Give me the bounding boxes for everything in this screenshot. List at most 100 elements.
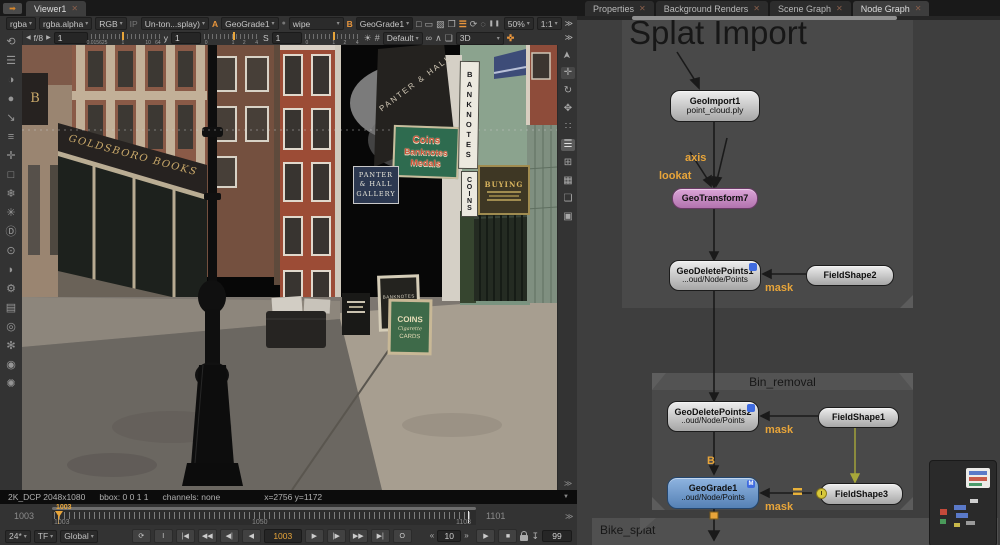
tab-background-renders[interactable]: Background Renders✕ xyxy=(656,1,768,16)
checker-icon[interactable]: ▨ xyxy=(436,19,445,29)
time-icon[interactable]: ⟲ xyxy=(6,36,15,48)
toolsets-icon[interactable]: ▤ xyxy=(6,302,16,314)
contactsheet-icon[interactable]: ▦ xyxy=(561,175,575,187)
display-window-icon[interactable]: □ xyxy=(416,19,421,29)
close-icon[interactable]: ✕ xyxy=(836,4,843,13)
views-icon[interactable]: ⊙ xyxy=(6,245,15,257)
node-fieldshape1[interactable]: FieldShape1 xyxy=(818,407,899,428)
status-caret-icon[interactable]: ▼ xyxy=(563,494,569,500)
layers-icon[interactable]: ❐ xyxy=(448,19,456,29)
merge-icon[interactable]: ≡ xyxy=(8,131,14,143)
position-icon[interactable]: ✛ xyxy=(6,150,15,162)
frame-increment-field[interactable]: 10 xyxy=(437,530,461,542)
headlight-icon[interactable]: ☀ xyxy=(364,33,372,43)
gain-slider[interactable]: 0.015625 1 10 64 xyxy=(91,32,161,45)
zoom-dropdown[interactable]: 50%▾ xyxy=(504,17,534,30)
frame-range-dropdown[interactable]: Global▾ xyxy=(60,530,98,543)
view-mode-dropdown[interactable]: 3D▾ xyxy=(456,32,504,45)
goto-start-button[interactable]: |◀ xyxy=(176,529,195,543)
timeline-strip[interactable]: 1003 1003 1050 1103 xyxy=(52,507,476,525)
format-icon[interactable]: ▭ xyxy=(425,19,434,29)
metadata-icon[interactable]: ◗ xyxy=(8,264,15,276)
node-geoimport1[interactable]: GeoImport1 point_cloud.ply xyxy=(670,90,760,122)
node-geodeletepoints2[interactable]: GeoDeletePoints2 ..oud/Node/Points xyxy=(667,401,759,432)
tab-scene-graph[interactable]: Scene Graph✕ xyxy=(770,1,851,16)
input-b-dropdown[interactable]: GeoGrade1▾ xyxy=(356,17,413,30)
node-geotransform7[interactable]: GeoTransform7 xyxy=(672,188,758,209)
snap-gizmo-icon[interactable]: ✜ xyxy=(507,33,515,43)
alpha-layer-dropdown[interactable]: rgba.alpha▾ xyxy=(39,17,92,30)
channels-dropdown[interactable]: RGB▾ xyxy=(95,17,126,30)
gamma-input[interactable]: 1 xyxy=(171,32,201,44)
transform-icon[interactable]: ↘ xyxy=(6,112,15,124)
pane-menu-icon[interactable]: ➡ xyxy=(3,3,22,14)
geometry-icon[interactable]: □ xyxy=(8,169,15,181)
tf-dropdown[interactable]: TF▾ xyxy=(34,530,57,543)
cache-size-field[interactable]: 99 xyxy=(542,530,572,542)
gain-prev-icon[interactable]: ◀ xyxy=(26,33,31,43)
node-fieldshape3[interactable]: FieldShape3 xyxy=(820,483,903,505)
prev-keyframe-button[interactable]: ◀◀ xyxy=(198,529,217,543)
overflow-chevron-icon[interactable]: ≫ xyxy=(561,478,575,490)
crop-icon[interactable]: ▣ xyxy=(561,211,575,223)
node-graph-minimap[interactable] xyxy=(929,460,997,545)
scanline-icon[interactable]: ☰ xyxy=(459,19,467,29)
node-geograde1[interactable]: GeoGrade1 ..oud/Node/Points M xyxy=(667,477,759,509)
fps-dropdown[interactable]: 24*▾ xyxy=(5,530,31,543)
next-keyframe-button[interactable]: ▶▶ xyxy=(349,529,368,543)
gain-next-icon[interactable]: ▶ xyxy=(46,33,51,43)
play-backward-button[interactable]: ◀ xyxy=(242,529,261,543)
layer-dropdown[interactable]: rgba▾ xyxy=(6,17,36,30)
scatter-icon[interactable]: ✻ xyxy=(6,340,15,352)
grid-view-icon[interactable]: ⊞ xyxy=(561,157,575,169)
deep-icon[interactable]: Ⓓ xyxy=(6,226,17,238)
wipe-center-icon[interactable]: ● xyxy=(282,20,286,27)
particles-icon[interactable]: ❄ xyxy=(6,188,15,200)
wipe-dropdown[interactable]: wipe▾ xyxy=(289,17,344,30)
overflow-chevron-icon[interactable]: ≫ xyxy=(565,19,573,29)
pause-icon[interactable]: ❚❚ xyxy=(489,19,501,29)
gain-input[interactable]: 1 xyxy=(54,32,88,44)
in-marker-button[interactable]: I xyxy=(154,529,173,543)
close-icon[interactable]: ✕ xyxy=(71,4,78,13)
select-cursor-icon[interactable]: ➤ xyxy=(562,48,574,62)
input-a-dropdown[interactable]: GeoGrade1▾ xyxy=(221,17,278,30)
loop-mode-button[interactable]: ⟳ xyxy=(132,529,151,543)
viewer-process-dropdown[interactable]: Default▾ xyxy=(383,32,423,45)
play-forward-button[interactable]: ▶ xyxy=(305,529,324,543)
translate-icon[interactable]: ✛ xyxy=(561,67,575,79)
tab-properties[interactable]: Properties✕ xyxy=(585,1,654,16)
frame-dec-icon[interactable]: « xyxy=(430,531,434,541)
refresh-icon[interactable]: ⟳ xyxy=(470,19,478,29)
range-out-field[interactable]: 1101 xyxy=(486,511,505,521)
timeline-scrollbar[interactable] xyxy=(52,507,476,510)
sat-slider[interactable]: 0 1 2 4 xyxy=(305,32,361,45)
stop-button[interactable]: ■ xyxy=(498,529,517,543)
gamma-slider[interactable]: 0 1 2 4 xyxy=(204,32,260,45)
close-icon[interactable]: ✕ xyxy=(753,4,760,13)
timeline-chevron-icon[interactable]: ≫ xyxy=(565,512,573,521)
curve-icon[interactable]: ∧ xyxy=(435,33,442,43)
flipbook-play-button[interactable]: ▶ xyxy=(476,529,495,543)
render-download-icon[interactable]: ↧ xyxy=(531,531,539,541)
playhead-marker[interactable] xyxy=(55,511,63,517)
node-fieldshape2[interactable]: FieldShape2 xyxy=(806,265,894,286)
node-graph-canvas[interactable]: Splat Import Bin_removal Bike_splat xyxy=(577,20,1000,545)
step-forward-button[interactable]: |▶ xyxy=(327,529,346,543)
proxy-dropdown[interactable]: 1:1▾ xyxy=(537,17,562,30)
current-frame-field[interactable]: 1003 xyxy=(264,529,302,543)
ocio-icon[interactable]: ◎ xyxy=(6,321,16,333)
display-transform-dropdown[interactable]: Un-ton...splay)▾ xyxy=(141,17,209,30)
rotate-icon[interactable]: ↻ xyxy=(561,85,575,97)
out-marker-button[interactable]: O xyxy=(393,529,412,543)
tab-viewer1[interactable]: Viewer1 ✕ xyxy=(26,1,86,16)
channel-icon[interactable]: ☰ xyxy=(6,55,16,67)
sat-input[interactable]: 1 xyxy=(272,32,302,44)
filter-icon[interactable]: ● xyxy=(8,93,15,105)
region-icon[interactable]: ◌ xyxy=(480,19,485,29)
grid-icon[interactable]: # xyxy=(375,33,380,43)
tab-node-graph[interactable]: Node Graph✕ xyxy=(853,1,930,16)
sparkles-icon[interactable]: ✳ xyxy=(6,207,15,219)
node-geodeletepoints1[interactable]: GeoDeletePoints1 ...oud/Node/Points xyxy=(669,260,761,291)
range-in-field[interactable]: 1003 xyxy=(14,511,34,521)
